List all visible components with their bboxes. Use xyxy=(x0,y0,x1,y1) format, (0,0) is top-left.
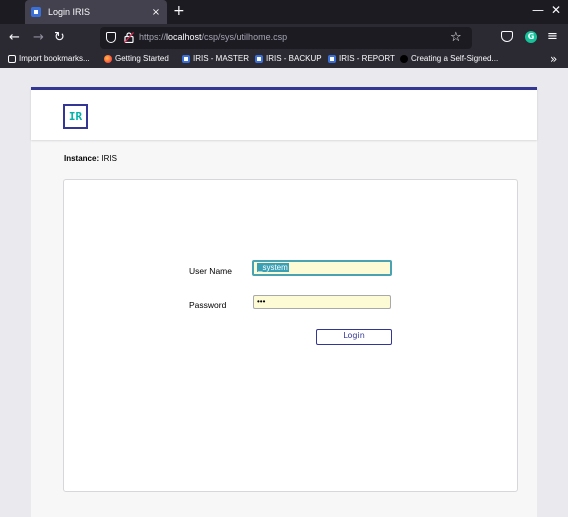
url-text[interactable]: https://localhost/csp/sys/utilhome.csp xyxy=(139,32,287,42)
tab-close-button[interactable]: × xyxy=(149,7,163,18)
bookmark-iris-report[interactable]: IRIS - REPORT xyxy=(328,54,395,63)
tab-bar: Login IRIS × + — ✕ xyxy=(0,0,568,24)
username-value: _system xyxy=(257,263,289,272)
page-viewport: IR Instance: IRIS User Name _system Pass… xyxy=(0,68,568,517)
login-form: User Name _system Password ••• Login xyxy=(63,179,518,492)
bookmarks-toolbar: Import bookmarks... Getting Started IRIS… xyxy=(0,52,568,68)
login-button[interactable]: Login xyxy=(316,329,392,345)
reload-button[interactable]: ↻ xyxy=(54,30,65,46)
import-icon xyxy=(8,54,16,63)
hamburger-menu-icon[interactable]: ≡ xyxy=(547,29,558,44)
username-label: User Name xyxy=(189,266,232,276)
instance-value: IRIS xyxy=(101,154,117,163)
password-input[interactable]: ••• xyxy=(253,295,391,309)
bookmark-import[interactable]: Import bookmarks... xyxy=(8,54,90,63)
instance-info: Instance: IRIS xyxy=(64,154,117,163)
password-value: ••• xyxy=(257,297,266,306)
bookmark-getting-started[interactable]: Getting Started xyxy=(104,54,169,63)
chevron-more-icon[interactable]: » xyxy=(550,52,557,66)
tab-title: Login IRIS xyxy=(48,7,91,17)
minimize-icon[interactable]: — xyxy=(532,3,544,17)
web-icon xyxy=(400,54,408,63)
lock-icon[interactable] xyxy=(124,32,134,43)
pocket-icon[interactable] xyxy=(501,31,513,42)
bookmark-iris-master[interactable]: IRIS - MASTER xyxy=(182,54,249,63)
page-header: IR xyxy=(31,87,537,140)
iris-icon xyxy=(182,54,190,63)
navigation-bar: ← → ↻ https://localhost/csp/sys/utilhome… xyxy=(0,24,568,52)
grammarly-icon[interactable]: G xyxy=(525,31,537,43)
login-card: IR Instance: IRIS User Name _system Pass… xyxy=(31,87,537,517)
username-input[interactable]: _system xyxy=(252,260,392,276)
bookmark-iris-backup[interactable]: IRIS - BACKUP xyxy=(255,54,322,63)
password-label: Password xyxy=(189,300,227,310)
new-tab-button[interactable]: + xyxy=(173,3,185,19)
instance-label: Instance: xyxy=(64,154,100,163)
iris-logo: IR xyxy=(63,104,88,129)
iris-favicon-icon xyxy=(31,7,41,17)
tracking-protection-icon[interactable] xyxy=(106,32,116,43)
back-button[interactable]: ← xyxy=(9,30,20,46)
firefox-icon xyxy=(104,54,112,63)
forward-button[interactable]: → xyxy=(33,30,44,46)
bookmark-self-signed[interactable]: Creating a Self-Signed... xyxy=(400,54,498,63)
iris-icon xyxy=(328,54,336,63)
window-close-icon[interactable]: ✕ xyxy=(551,3,561,17)
bookmark-star-icon[interactable]: ☆ xyxy=(450,30,462,45)
tab-login-iris[interactable]: Login IRIS × xyxy=(25,0,167,24)
iris-icon xyxy=(255,54,263,63)
address-bar[interactable]: https://localhost/csp/sys/utilhome.csp ☆ xyxy=(100,27,472,49)
